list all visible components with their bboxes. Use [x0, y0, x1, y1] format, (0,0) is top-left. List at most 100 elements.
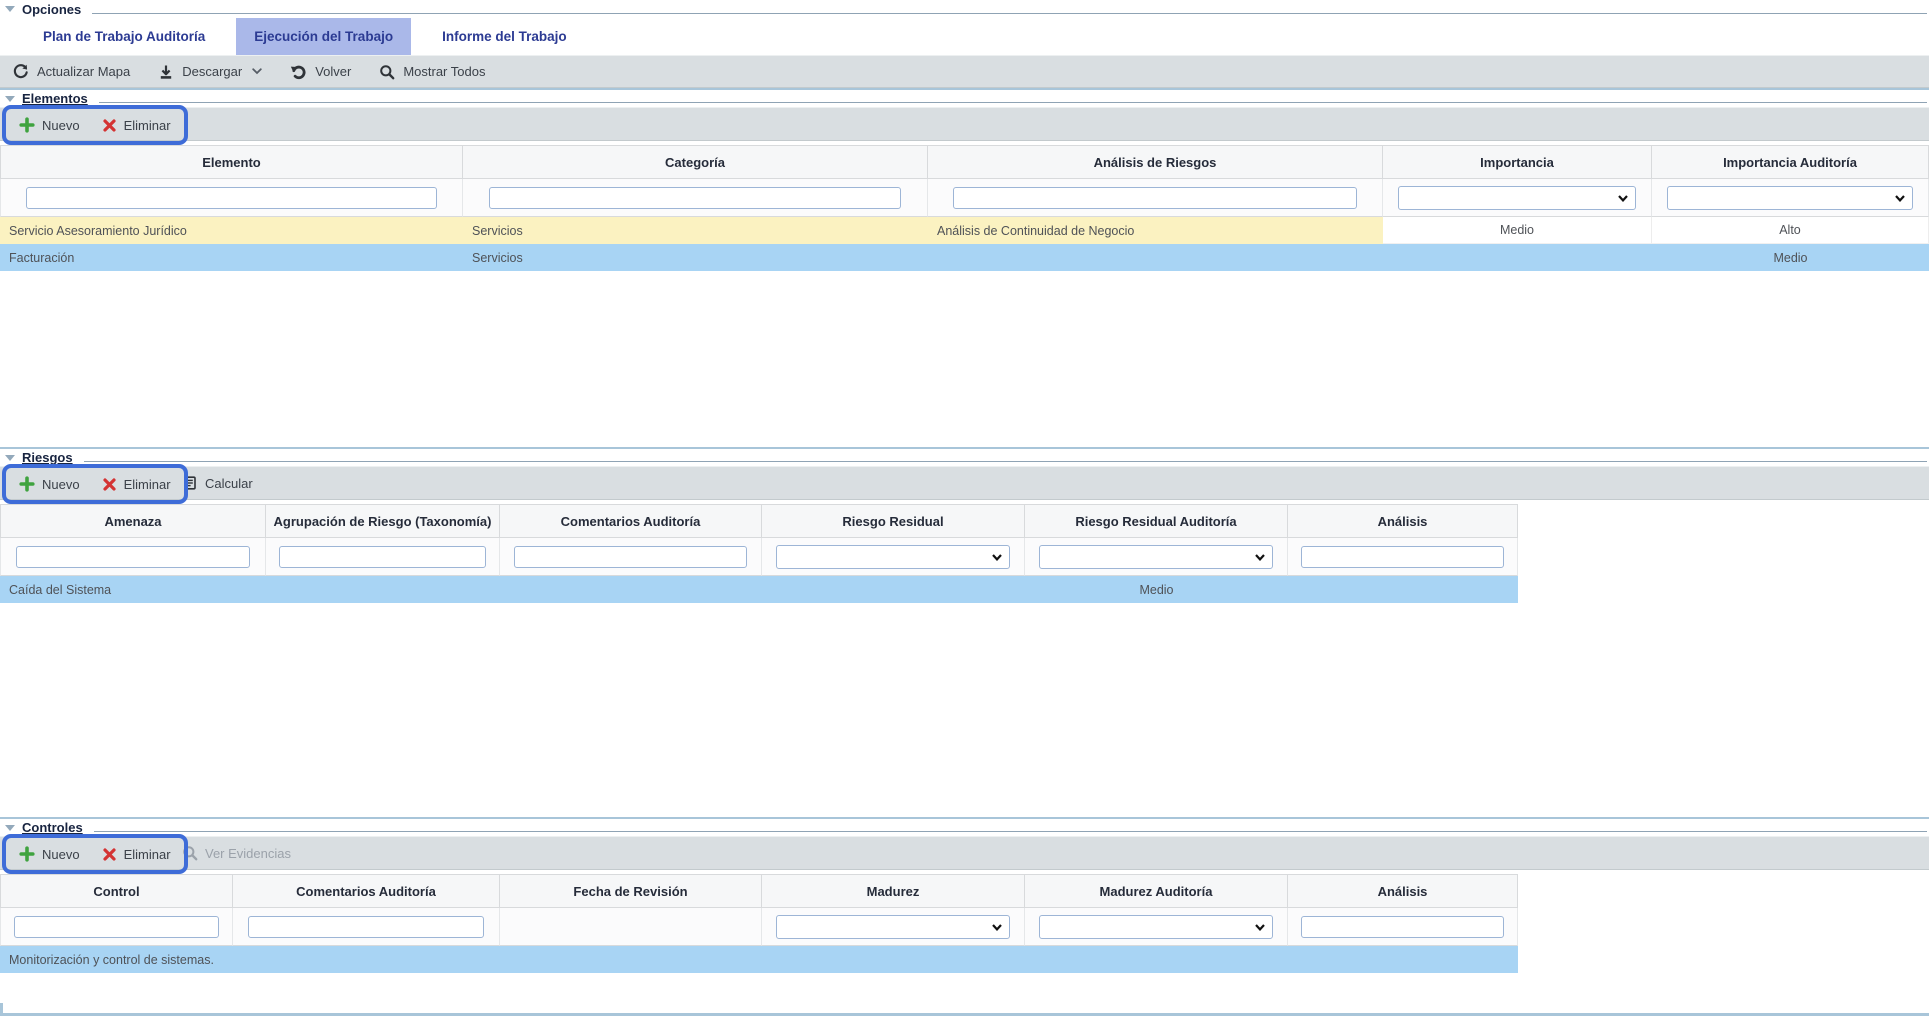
table-empty-area [0, 271, 1929, 447]
comentarios-auditoria-filter-input[interactable] [514, 546, 746, 568]
filter-cell [233, 908, 500, 946]
column-header: Análisis [1288, 504, 1518, 538]
collapse-icon[interactable] [5, 825, 15, 831]
table-row-cell[interactable] [1288, 576, 1518, 603]
filter-cell [1383, 179, 1652, 217]
riesgos-title[interactable]: Riesgos [22, 450, 73, 465]
table-row-cell[interactable]: Servicio Asesoramiento Jurídico [0, 217, 463, 244]
controles-title[interactable]: Controles [22, 820, 83, 835]
riesgo-residual-filter-select[interactable] [776, 545, 1009, 569]
control-filter-input[interactable] [14, 916, 220, 938]
controles-header: Controles [0, 819, 1929, 836]
elementos-section: Elementos Nuevo Eliminar E [0, 88, 1929, 447]
madurez-auditoria-filter-select[interactable] [1039, 915, 1272, 939]
column-header: Importancia Auditoría [1652, 145, 1929, 179]
eliminar-button[interactable]: Eliminar [102, 118, 171, 133]
importancia-auditoria-filter-select[interactable] [1667, 186, 1913, 210]
table-row-cell[interactable]: Caída del Sistema [0, 576, 266, 603]
table-empty-area [0, 973, 1929, 1003]
table-row-cell[interactable] [1025, 946, 1288, 973]
collapse-icon[interactable] [5, 6, 15, 12]
column-header: Agrupación de Riesgo (Taxonomía) [266, 504, 500, 538]
filter-cell [463, 179, 928, 217]
analisis-filter-input[interactable] [1301, 916, 1505, 938]
column-header: Categoría [463, 145, 928, 179]
table-row-cell[interactable] [500, 576, 762, 603]
tab-plan-de-trabajo[interactable]: Plan de Trabajo Auditoría [25, 18, 223, 55]
table-row-cell[interactable]: Medio [1652, 244, 1929, 271]
highlighted-button-group: Nuevo Eliminar [2, 464, 188, 504]
table-row-cell[interactable]: Análisis de Continuidad de Negocio [928, 217, 1383, 244]
analisis-riesgos-filter-input[interactable] [953, 187, 1357, 209]
filter-cell [0, 908, 233, 946]
table-row-cell[interactable]: Facturación [0, 244, 463, 271]
main-toolbar: Actualizar Mapa Descargar Volver Mostrar… [0, 55, 1929, 88]
descargar-button[interactable]: Descargar [158, 64, 262, 80]
plus-icon [19, 476, 35, 492]
elemento-filter-input[interactable] [26, 187, 436, 209]
filter-cell [1652, 179, 1929, 217]
nuevo-button[interactable]: Nuevo [19, 117, 80, 133]
riesgos-header: Riesgos [0, 449, 1929, 466]
table-row-cell[interactable]: Servicios [463, 244, 928, 271]
riesgos-section: Riesgos Nuevo Eliminar [0, 447, 1929, 817]
tab-informe-del-trabajo[interactable]: Informe del Trabajo [424, 18, 585, 55]
collapse-icon[interactable] [5, 96, 15, 102]
table-row-cell[interactable]: Alto [1652, 217, 1929, 244]
caret-down-icon[interactable] [252, 68, 262, 75]
amenaza-filter-input[interactable] [16, 546, 251, 568]
categoria-filter-input[interactable] [489, 187, 902, 209]
x-icon [102, 477, 117, 492]
opciones-header: Opciones [0, 0, 1929, 18]
divider [92, 13, 1927, 14]
opciones-title: Opciones [22, 2, 81, 17]
table-row-cell[interactable] [928, 244, 1383, 271]
controles-toolbar: Nuevo Eliminar Ver Evidencias [0, 836, 1929, 870]
download-icon [158, 64, 174, 80]
calcular-button[interactable]: Calcular [182, 475, 253, 491]
column-header: Comentarios Auditoría [500, 504, 762, 538]
filter-cell [1288, 908, 1518, 946]
filter-cell [762, 538, 1025, 576]
elementos-toolbar: Nuevo Eliminar [0, 107, 1929, 141]
table-row-cell[interactable]: Medio [1383, 217, 1652, 244]
table-row-cell[interactable] [1383, 244, 1652, 271]
importancia-filter-select[interactable] [1398, 186, 1637, 210]
filter-cell [762, 908, 1025, 946]
agrupacion-riesgo-filter-input[interactable] [279, 546, 486, 568]
elementos-title[interactable]: Elementos [22, 91, 88, 106]
table-row-cell[interactable]: Servicios [463, 217, 928, 244]
table-row-cell[interactable] [233, 946, 500, 973]
table-row-cell[interactable] [500, 946, 762, 973]
comentarios-auditoria-filter-input[interactable] [248, 916, 485, 938]
actualizar-mapa-button[interactable]: Actualizar Mapa [12, 63, 130, 80]
collapse-icon[interactable] [5, 455, 15, 461]
table-row-cell[interactable] [762, 576, 1025, 603]
table-row-cell[interactable] [266, 576, 500, 603]
riesgos-toolbar: Nuevo Eliminar Calcular [0, 466, 1929, 500]
table-row-cell[interactable]: Medio [1025, 576, 1288, 603]
filter-cell [266, 538, 500, 576]
tab-ejecucion-del-trabajo[interactable]: Ejecución del Trabajo [236, 18, 411, 55]
analisis-filter-input[interactable] [1301, 546, 1505, 568]
table-row-cell[interactable]: Monitorización y control de sistemas. [0, 946, 233, 973]
column-header: Comentarios Auditoría [233, 874, 500, 908]
table-row-cell[interactable] [1288, 946, 1518, 973]
eliminar-button[interactable]: Eliminar [102, 477, 171, 492]
nuevo-button[interactable]: Nuevo [19, 846, 80, 862]
x-icon [102, 118, 117, 133]
madurez-filter-select[interactable] [776, 915, 1009, 939]
riesgo-residual-auditoria-filter-select[interactable] [1039, 545, 1272, 569]
filter-cell [1025, 908, 1288, 946]
undo-icon [290, 63, 307, 80]
volver-button[interactable]: Volver [290, 63, 351, 80]
nuevo-button[interactable]: Nuevo [19, 476, 80, 492]
column-header: Importancia [1383, 145, 1652, 179]
filter-cell [0, 179, 463, 217]
mostrar-todos-button[interactable]: Mostrar Todos [379, 64, 485, 80]
eliminar-button[interactable]: Eliminar [102, 847, 171, 862]
table-row-cell[interactable] [762, 946, 1025, 973]
ver-evidencias-button[interactable]: Ver Evidencias [182, 845, 291, 861]
column-header: Fecha de Revisión [500, 874, 762, 908]
search-icon [379, 64, 395, 80]
